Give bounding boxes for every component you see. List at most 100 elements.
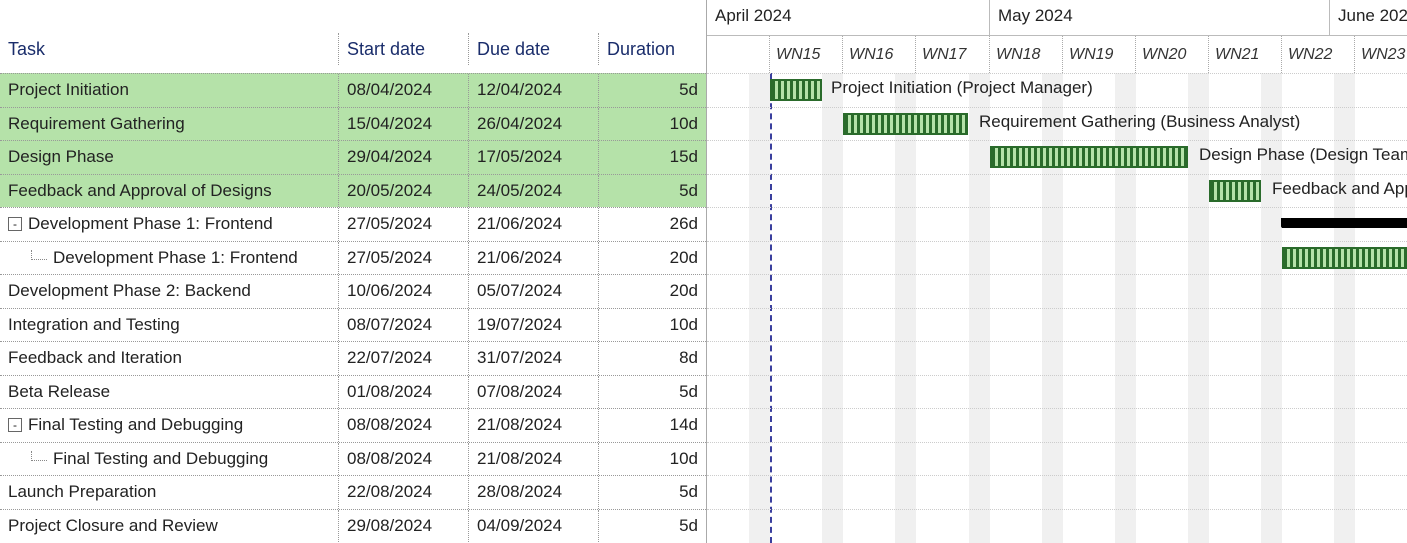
- header-due[interactable]: Due date: [468, 33, 598, 65]
- task-name-cell[interactable]: Launch Preparation: [0, 476, 338, 509]
- duration-cell[interactable]: 10d: [598, 108, 706, 141]
- header-task[interactable]: Task: [0, 33, 338, 65]
- due-date-cell[interactable]: 28/08/2024: [468, 476, 598, 509]
- duration-cell[interactable]: 8d: [598, 342, 706, 375]
- gantt-bar[interactable]: [990, 146, 1188, 168]
- due-date-cell[interactable]: 07/08/2024: [468, 376, 598, 409]
- start-date-cell[interactable]: 15/04/2024: [338, 108, 468, 141]
- task-name-cell[interactable]: Integration and Testing: [0, 309, 338, 342]
- gantt-panel[interactable]: April 2024May 2024June 2024 WN15WN16WN17…: [707, 0, 1407, 543]
- gantt-row: [707, 442, 1407, 476]
- task-name-cell[interactable]: Project Initiation: [0, 74, 338, 107]
- duration-cell[interactable]: 10d: [598, 443, 706, 476]
- week-header: WN19: [1063, 36, 1136, 73]
- due-date-cell[interactable]: 19/07/2024: [468, 309, 598, 342]
- start-date-cell[interactable]: 08/07/2024: [338, 309, 468, 342]
- week-row: WN15WN16WN17WN18WN19WN20WN21WN22WN23: [707, 36, 1407, 73]
- table-row[interactable]: Project Initiation08/04/202412/04/20245d: [0, 73, 706, 107]
- table-body: Project Initiation08/04/202412/04/20245d…: [0, 73, 706, 542]
- duration-cell[interactable]: 14d: [598, 409, 706, 442]
- duration-cell[interactable]: 5d: [598, 175, 706, 208]
- gantt-bar[interactable]: [770, 79, 822, 101]
- task-name-cell[interactable]: -Development Phase 1: Frontend: [0, 208, 338, 241]
- gantt-body: Project Initiation (Project Manager)Requ…: [707, 73, 1407, 543]
- gantt-row: Feedback and Approval of Designs: [707, 174, 1407, 208]
- start-date-cell[interactable]: 22/08/2024: [338, 476, 468, 509]
- duration-cell[interactable]: 15d: [598, 141, 706, 174]
- gantt-row: Project Initiation (Project Manager): [707, 73, 1407, 107]
- table-row[interactable]: Project Closure and Review29/08/202404/0…: [0, 509, 706, 543]
- duration-cell[interactable]: 20d: [598, 275, 706, 308]
- table-row[interactable]: Integration and Testing08/07/202419/07/2…: [0, 308, 706, 342]
- table-row[interactable]: Launch Preparation22/08/202428/08/20245d: [0, 475, 706, 509]
- expand-toggle-icon[interactable]: -: [8, 217, 22, 231]
- task-table: Task Start date Due date Duration Projec…: [0, 0, 707, 543]
- duration-cell[interactable]: 5d: [598, 476, 706, 509]
- task-name-cell[interactable]: Feedback and Approval of Designs: [0, 175, 338, 208]
- task-name: Design Phase: [8, 147, 114, 167]
- duration-cell[interactable]: 10d: [598, 309, 706, 342]
- due-date-cell[interactable]: 26/04/2024: [468, 108, 598, 141]
- duration-cell[interactable]: 20d: [598, 242, 706, 275]
- task-name-cell[interactable]: Beta Release: [0, 376, 338, 409]
- due-date-cell[interactable]: 21/06/2024: [468, 208, 598, 241]
- table-row[interactable]: -Development Phase 1: Frontend27/05/2024…: [0, 207, 706, 241]
- gantt-row: [707, 241, 1407, 275]
- task-name: Feedback and Approval of Designs: [8, 181, 272, 201]
- gantt-app: Task Start date Due date Duration Projec…: [0, 0, 1407, 543]
- start-date-cell[interactable]: 27/05/2024: [338, 242, 468, 275]
- start-date-cell[interactable]: 01/08/2024: [338, 376, 468, 409]
- task-name-cell[interactable]: Requirement Gathering: [0, 108, 338, 141]
- table-row[interactable]: Development Phase 2: Backend 10/06/202405…: [0, 274, 706, 308]
- due-date-cell[interactable]: 31/07/2024: [468, 342, 598, 375]
- header-duration[interactable]: Duration: [598, 33, 706, 65]
- due-date-cell[interactable]: 21/08/2024: [468, 409, 598, 442]
- duration-cell[interactable]: 5d: [598, 74, 706, 107]
- gantt-bar[interactable]: [1209, 180, 1261, 202]
- table-row[interactable]: Feedback and Iteration22/07/202431/07/20…: [0, 341, 706, 375]
- table-row[interactable]: -Final Testing and Debugging08/08/202421…: [0, 408, 706, 442]
- table-row[interactable]: Design Phase 29/04/202417/05/202415d: [0, 140, 706, 174]
- start-date-cell[interactable]: 29/04/2024: [338, 141, 468, 174]
- due-date-cell[interactable]: 21/06/2024: [468, 242, 598, 275]
- task-name-cell[interactable]: Project Closure and Review: [0, 510, 338, 543]
- duration-cell[interactable]: 5d: [598, 376, 706, 409]
- start-date-cell[interactable]: 08/08/2024: [338, 409, 468, 442]
- due-date-cell[interactable]: 17/05/2024: [468, 141, 598, 174]
- table-row[interactable]: Feedback and Approval of Designs 20/05/20…: [0, 174, 706, 208]
- timeline-header: April 2024May 2024June 2024 WN15WN16WN17…: [707, 0, 1407, 73]
- table-row[interactable]: Beta Release01/08/202407/08/20245d: [0, 375, 706, 409]
- duration-cell[interactable]: 5d: [598, 510, 706, 543]
- task-name-cell[interactable]: Design Phase: [0, 141, 338, 174]
- task-name-cell[interactable]: -Final Testing and Debugging: [0, 409, 338, 442]
- expand-toggle-icon[interactable]: -: [8, 418, 22, 432]
- start-date-cell[interactable]: 29/08/2024: [338, 510, 468, 543]
- gantt-rows: Project Initiation (Project Manager)Requ…: [707, 73, 1407, 542]
- start-date-cell[interactable]: 08/04/2024: [338, 74, 468, 107]
- gantt-bar[interactable]: [1282, 247, 1407, 269]
- table-row[interactable]: Development Phase 1: Frontend27/05/20242…: [0, 241, 706, 275]
- start-date-cell[interactable]: 20/05/2024: [338, 175, 468, 208]
- task-name-cell[interactable]: Feedback and Iteration: [0, 342, 338, 375]
- due-date-cell[interactable]: 24/05/2024: [468, 175, 598, 208]
- start-date-cell[interactable]: 10/06/2024: [338, 275, 468, 308]
- start-date-cell[interactable]: 08/08/2024: [338, 443, 468, 476]
- duration-cell[interactable]: 26d: [598, 208, 706, 241]
- task-name: Development Phase 2: Backend: [8, 281, 251, 301]
- due-date-cell[interactable]: 04/09/2024: [468, 510, 598, 543]
- due-date-cell[interactable]: 21/08/2024: [468, 443, 598, 476]
- table-row[interactable]: Requirement Gathering15/04/202426/04/202…: [0, 107, 706, 141]
- table-row[interactable]: Final Testing and Debugging08/08/202421/…: [0, 442, 706, 476]
- gantt-bar[interactable]: [843, 113, 968, 135]
- tree-line-icon: [31, 451, 47, 461]
- task-name-cell[interactable]: Development Phase 2: Backend: [0, 275, 338, 308]
- start-date-cell[interactable]: 27/05/2024: [338, 208, 468, 241]
- summary-bar[interactable]: [1282, 218, 1407, 228]
- due-date-cell[interactable]: 12/04/2024: [468, 74, 598, 107]
- header-start[interactable]: Start date: [338, 33, 468, 65]
- month-header: June 2024: [1330, 0, 1407, 36]
- due-date-cell[interactable]: 05/07/2024: [468, 275, 598, 308]
- task-name-cell[interactable]: Final Testing and Debugging: [0, 443, 338, 476]
- start-date-cell[interactable]: 22/07/2024: [338, 342, 468, 375]
- task-name-cell[interactable]: Development Phase 1: Frontend: [0, 242, 338, 275]
